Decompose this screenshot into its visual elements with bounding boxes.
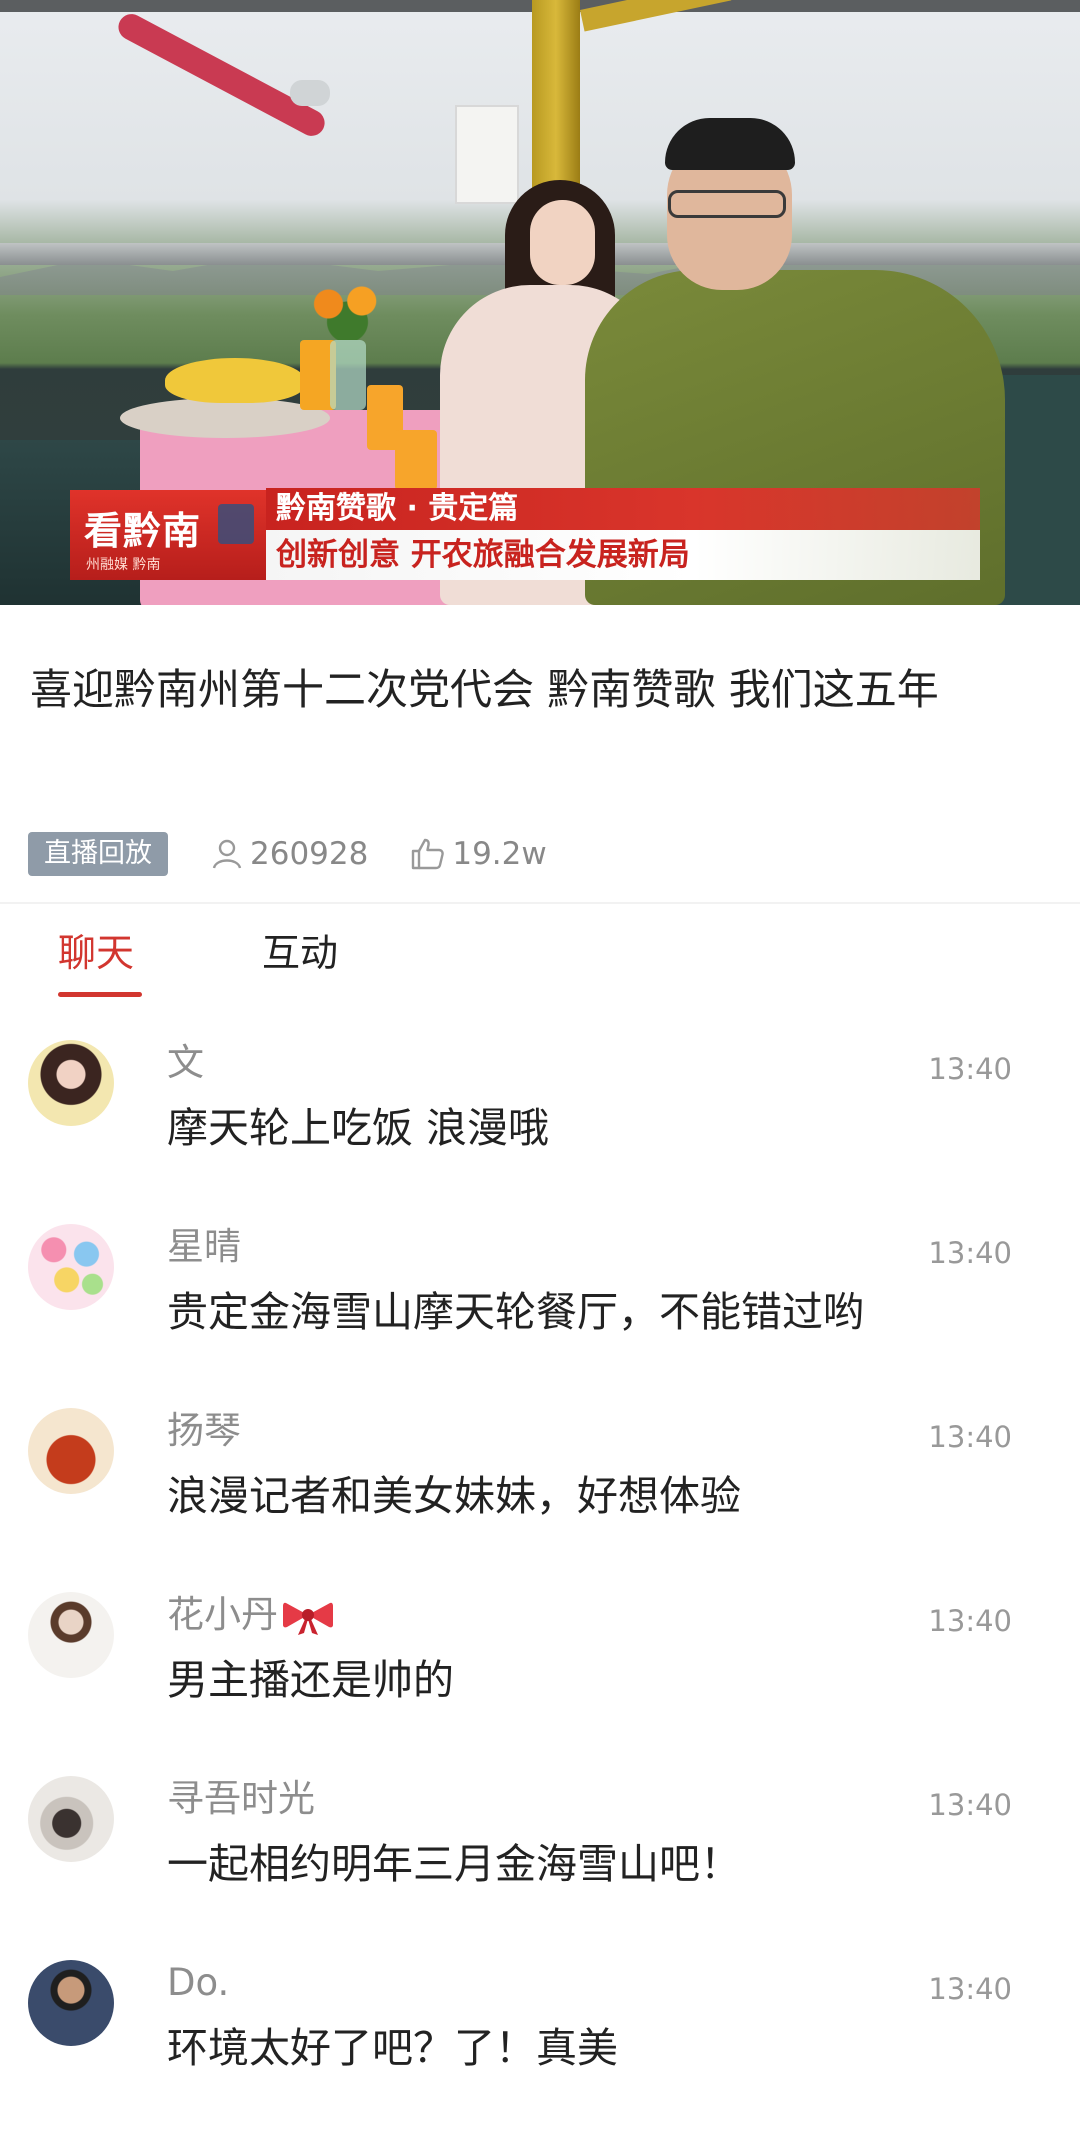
- bow-icon: [283, 1602, 333, 1635]
- channel-logo-text: 看黔南: [84, 509, 202, 553]
- comment-time: 13:40: [928, 1236, 1012, 1270]
- comment-time: 13:40: [928, 1420, 1012, 1454]
- video-juice: [395, 430, 437, 490]
- list-item: 文 13:40 摩天轮上吃饭 浪漫哦: [0, 1038, 1080, 1222]
- video-flowers: [300, 280, 395, 340]
- list-item: 寻吾时光 13:40 一起相约明年三月金海雪山吧！: [0, 1774, 1080, 1958]
- list-item: 扬琴 13:40 浪漫记者和美女妹妹，好想体验: [0, 1406, 1080, 1590]
- avatar[interactable]: [28, 1040, 114, 1126]
- channel-logo-mark: [218, 504, 254, 544]
- video-prop: [113, 9, 330, 141]
- comment-nickname: 花小丹: [167, 1590, 334, 1640]
- comment-time: 13:40: [928, 1788, 1012, 1822]
- comment-nickname-text: 花小丹: [167, 1593, 278, 1636]
- video-person-woman: [530, 200, 595, 285]
- comment-nickname: 寻吾时光: [167, 1777, 315, 1820]
- replay-badge: 直播回放: [28, 832, 168, 876]
- person-icon: [212, 839, 242, 869]
- avatar[interactable]: [28, 1224, 114, 1310]
- comment-nickname: 星晴: [167, 1225, 241, 1268]
- tab-interact[interactable]: 互动: [262, 928, 338, 978]
- meta-row: 直播回放 260928 19.2w: [28, 832, 547, 876]
- view-count: 260928: [210, 836, 368, 872]
- video-frame: [580, 0, 732, 32]
- comment-nickname: Do.: [167, 1961, 230, 2004]
- video-bananas: [165, 358, 305, 403]
- video-person-man: [665, 118, 795, 170]
- channel-logo: 看黔南 州融媒 黔南: [70, 490, 266, 580]
- thumbs-up-icon: [412, 838, 445, 870]
- comment-time: 13:40: [928, 1972, 1012, 2006]
- like-count-value: 19.2w: [452, 836, 547, 872]
- comment-message: 贵定金海雪山摩天轮餐厅，不能错过哟: [167, 1288, 864, 1336]
- list-item: 花小丹 13:40 男主播还是帅的: [0, 1590, 1080, 1774]
- video-person-man: [668, 190, 786, 218]
- comment-message: 浪漫记者和美女妹妹，好想体验: [167, 1472, 741, 1520]
- comment-message: 一起相约明年三月金海雪山吧！: [167, 1840, 741, 1888]
- comment-time: 13:40: [928, 1604, 1012, 1638]
- list-item: Do. 13:40 环境太好了吧？了！真美: [0, 1958, 1080, 2142]
- video-prop: [455, 105, 519, 204]
- avatar[interactable]: [28, 1960, 114, 2046]
- video-player[interactable]: 看黔南 州融媒 黔南 黔南赞歌 · 贵定篇 创新创意 开农旅融合发展新局: [0, 0, 1080, 605]
- comment-time: 13:40: [928, 1052, 1012, 1086]
- comment-nickname: 扬琴: [167, 1409, 241, 1452]
- comment-message: 环境太好了吧？了！真美: [167, 2024, 618, 2072]
- list-item: 星晴 13:40 贵定金海雪山摩天轮餐厅，不能错过哟: [0, 1222, 1080, 1406]
- video-vase: [330, 340, 366, 410]
- avatar[interactable]: [28, 1408, 114, 1494]
- lower-third-subtitle: 创新创意 开农旅融合发展新局: [266, 530, 980, 580]
- comment-message: 摩天轮上吃饭 浪漫哦: [167, 1104, 550, 1152]
- lower-third-title: 黔南赞歌 · 贵定篇: [266, 488, 980, 530]
- avatar[interactable]: [28, 1592, 114, 1678]
- video-prop: [290, 80, 330, 106]
- video-plate: [120, 398, 330, 438]
- divider: [0, 902, 1080, 904]
- channel-logo-subtext: 州融媒 黔南: [86, 557, 161, 573]
- like-count[interactable]: 19.2w: [410, 836, 547, 872]
- view-count-value: 260928: [250, 836, 369, 872]
- comment-message: 男主播还是帅的: [167, 1656, 454, 1704]
- avatar[interactable]: [28, 1776, 114, 1862]
- page-title: 喜迎黔南州第十二次党代会 黔南赞歌 我们这五年: [30, 665, 939, 714]
- comment-nickname: 文: [167, 1041, 204, 1084]
- tab-active-indicator: [58, 992, 142, 997]
- tab-chat[interactable]: 聊天: [58, 928, 134, 978]
